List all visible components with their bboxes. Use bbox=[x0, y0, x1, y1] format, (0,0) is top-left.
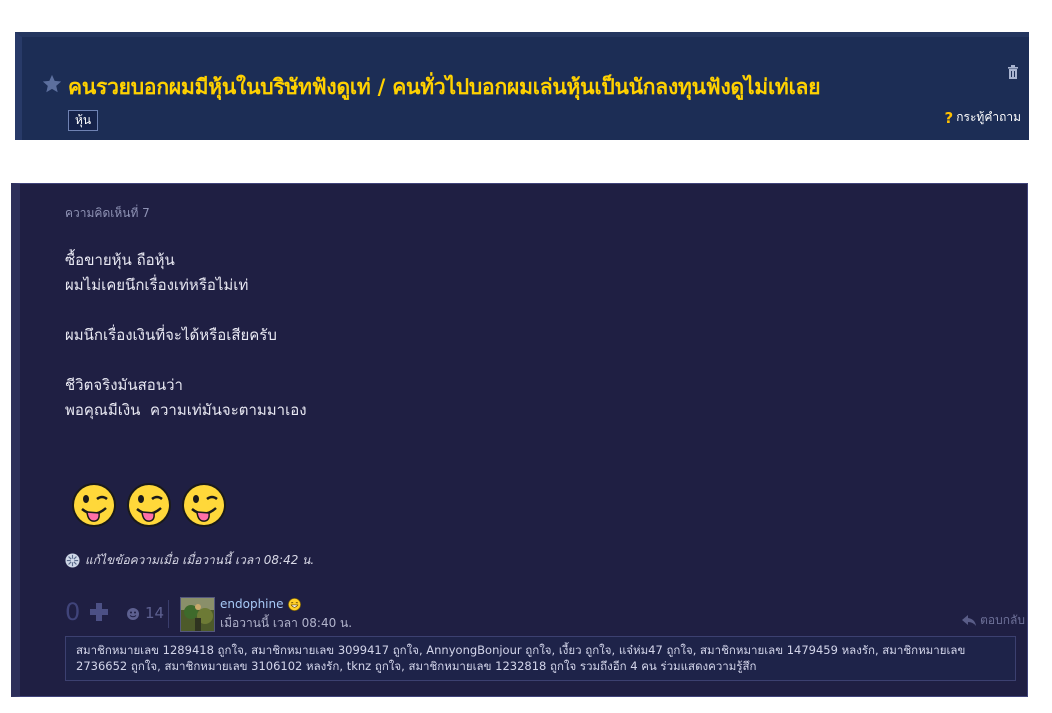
comment-line: ซื้อขายหุ้น ถือหุ้น bbox=[65, 251, 175, 269]
edit-note: แก้ไขข้อความเมื่อ เมื่อวานนี้ เวลา 08:42… bbox=[65, 551, 314, 570]
avatar[interactable] bbox=[180, 597, 215, 632]
reply-label: ตอบกลับ bbox=[980, 613, 1025, 627]
topic-header: คนรวยบอกผมมีหุ้นในบริษัทฟังดูเท่ / คนทั่… bbox=[15, 32, 1029, 140]
edit-history-icon bbox=[65, 553, 80, 568]
comment-body: ซื้อขายหุ้น ถือหุ้น ผมไม่เคยนึกเรื่องเท่… bbox=[65, 248, 307, 423]
trash-icon[interactable] bbox=[1007, 65, 1019, 79]
question-mark-icon: ? bbox=[944, 108, 954, 127]
topic-tag[interactable]: หุ้น bbox=[68, 110, 99, 131]
emotion-count: 14 bbox=[145, 604, 165, 622]
topic-type-badge: ? กระทู้คำถาม bbox=[945, 108, 1021, 127]
comment-line: ชีวิตจริงมันสอนว่า bbox=[65, 376, 183, 394]
topic-type-label: กระทู้คำถาม bbox=[956, 110, 1021, 124]
edit-note-text: แก้ไขข้อความเมื่อ เมื่อวานนี้ เวลา 08:42… bbox=[85, 553, 315, 567]
reply-button[interactable]: ตอบกลับ bbox=[962, 611, 1025, 630]
vote-count: 0 bbox=[65, 598, 81, 626]
comment-box: ความคิดเห็นที่ 7 ซื้อขายหุ้น ถือหุ้น ผมไ… bbox=[11, 183, 1028, 697]
comment-line: ผมนึกเรื่องเงินที่จะได้หรือเสียครับ bbox=[65, 326, 277, 344]
tongue-wink-emoji bbox=[72, 483, 116, 527]
comment-line bbox=[65, 348, 307, 373]
reactions-summary: สมาชิกหมายเลข 1289418 ถูกใจ, สมาชิกหมายเ… bbox=[65, 636, 1016, 681]
emoji-row bbox=[71, 482, 227, 528]
comment-line: พอคุณมีเงิน ความเท่มันจะตามมาเอง bbox=[65, 401, 307, 419]
comment-line: ผมไม่เคยนึกเรื่องเท่หรือไม่เท่ bbox=[65, 276, 249, 294]
footer-divider bbox=[168, 600, 169, 628]
star-icon[interactable] bbox=[41, 73, 63, 95]
comment-line bbox=[65, 298, 307, 323]
comment-footer: 0 14 endophine เมื่อวานนี้ เวลา 08:40 น.… bbox=[65, 594, 1025, 634]
author-name[interactable]: endophine bbox=[220, 597, 284, 611]
plus-vote-icon[interactable] bbox=[89, 602, 109, 622]
laughing-smiley-icon bbox=[287, 597, 301, 611]
tongue-wink-emoji bbox=[127, 483, 171, 527]
reply-arrow-icon bbox=[962, 615, 977, 626]
comment-number: ความคิดเห็นที่ 7 bbox=[65, 206, 150, 220]
author-link[interactable]: endophine bbox=[220, 597, 301, 611]
comment-timestamp: เมื่อวานนี้ เวลา 08:40 น. bbox=[220, 616, 353, 630]
emotion-icon[interactable] bbox=[127, 608, 139, 620]
topic-title: คนรวยบอกผมมีหุ้นในบริษัทฟังดูเท่ / คนทั่… bbox=[68, 75, 821, 99]
tongue-wink-emoji bbox=[182, 483, 226, 527]
